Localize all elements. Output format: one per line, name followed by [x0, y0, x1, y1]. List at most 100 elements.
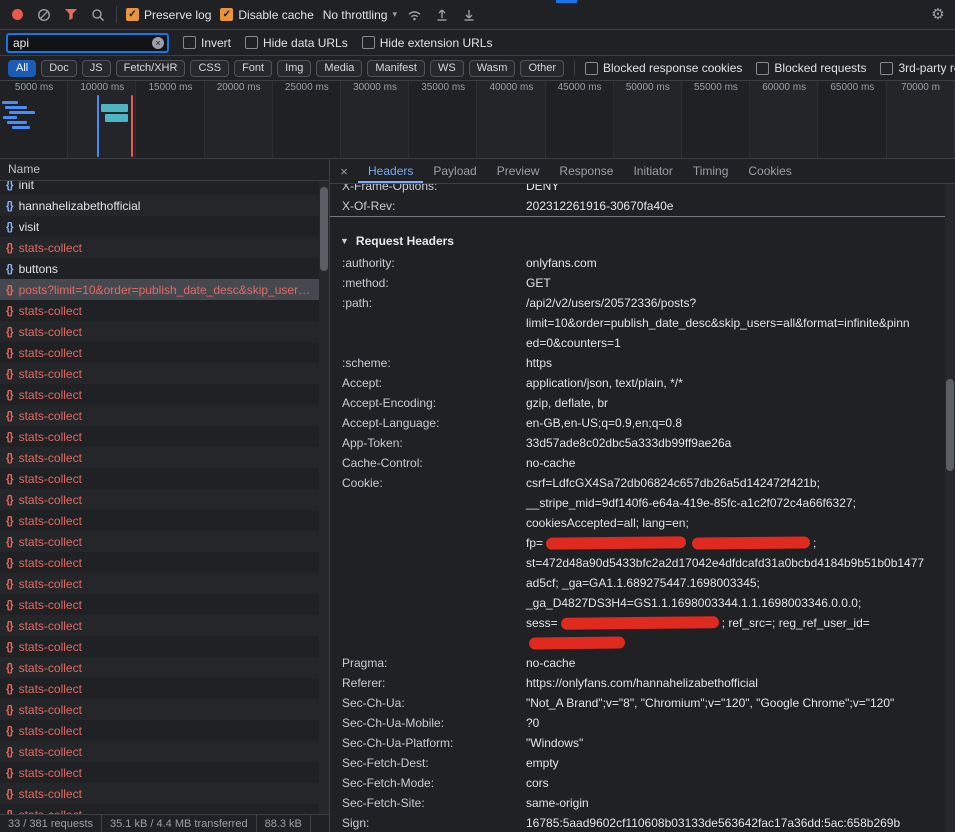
tab-preview[interactable]: Preview [487, 159, 550, 183]
request-row[interactable]: {}hannahelizabethofficial [0, 195, 329, 216]
3rd-party-requests-checkbox[interactable]: 3rd-party requests [880, 61, 955, 75]
timeline-tick: 45000 ms [546, 81, 614, 95]
request-row[interactable]: {}visit [0, 216, 329, 237]
request-row[interactable]: {}stats-collect [0, 573, 329, 594]
request-row[interactable]: {}posts?limit=10&order=publish_date_desc… [0, 279, 329, 300]
export-har-icon[interactable] [460, 6, 478, 24]
invert-checkbox[interactable]: Invert [183, 36, 231, 50]
network-conditions-icon[interactable] [406, 6, 424, 24]
header-value-line: fp=; [526, 533, 939, 553]
request-row[interactable]: {}stats-collect [0, 552, 329, 573]
header-row: X-Of-Rev:202312261916-30670fa40e [330, 196, 955, 216]
blocked-requests-checkbox[interactable]: Blocked requests [756, 61, 866, 75]
import-har-icon[interactable] [433, 6, 451, 24]
request-row[interactable]: {}stats-collect [0, 720, 329, 741]
type-filter-all[interactable]: All [8, 60, 36, 77]
close-details-icon[interactable]: × [330, 164, 358, 179]
blocked-response-cookies-checkbox[interactable]: Blocked response cookies [585, 61, 742, 75]
request-row[interactable]: {}stats-collect [0, 615, 329, 636]
tab-payload[interactable]: Payload [423, 159, 486, 183]
header-value-line: _ga_D4827DS3H4=GS1.1.1698003344.1.1.1698… [526, 593, 939, 613]
script-icon: {} [6, 305, 13, 317]
scrollbar-thumb[interactable] [320, 187, 328, 271]
tab-initiator[interactable]: Initiator [623, 159, 682, 183]
header-value: https://onlyfans.com/hannahelizabethoffi… [526, 673, 955, 693]
request-row[interactable]: {}stats-collect [0, 321, 329, 342]
throttling-select[interactable]: No throttling ▾ [323, 8, 397, 22]
header-value-text: st=472d48a90d5433bfc2a2d17042e4dfdcafd31… [526, 556, 924, 570]
request-row[interactable]: {}stats-collect [0, 636, 329, 657]
request-headers-section[interactable]: ▼ Request Headers [330, 229, 955, 253]
type-filter-css[interactable]: CSS [190, 60, 229, 77]
request-row[interactable]: {}stats-collect [0, 468, 329, 489]
hide-data-urls-checkbox[interactable]: Hide data URLs [245, 36, 348, 50]
request-row[interactable]: {}stats-collect [0, 342, 329, 363]
request-row[interactable]: {}stats-collect [0, 657, 329, 678]
header-name: :authority: [330, 253, 526, 273]
script-icon: {} [6, 200, 13, 212]
tab-timing[interactable]: Timing [683, 159, 739, 183]
type-filter-fetch-xhr[interactable]: Fetch/XHR [116, 60, 186, 77]
request-row[interactable]: {}stats-collect [0, 447, 329, 468]
request-row[interactable]: {}stats-collect [0, 783, 329, 804]
request-row[interactable]: {}init [0, 181, 329, 195]
tab-cookies[interactable]: Cookies [738, 159, 801, 183]
clear-filter-icon[interactable]: × [152, 37, 164, 49]
network-filter-bar: × Invert Hide data URLs Hide extension URL… [0, 30, 955, 56]
name-column-header[interactable]: Name [0, 159, 329, 181]
request-row[interactable]: {}stats-collect [0, 384, 329, 405]
clear-network-log-icon[interactable] [35, 6, 53, 24]
script-icon: {} [6, 641, 13, 653]
request-row[interactable]: {}stats-collect [0, 405, 329, 426]
filter-input[interactable] [6, 33, 169, 53]
header-row: X-Frame-Options:DENY [330, 184, 955, 196]
type-filter-other[interactable]: Other [520, 60, 564, 77]
script-icon: {} [6, 767, 13, 779]
header-name: X-Frame-Options: [330, 184, 526, 196]
type-filter-ws[interactable]: WS [430, 60, 464, 77]
tab-response[interactable]: Response [549, 159, 623, 183]
request-row[interactable]: {}stats-collect [0, 300, 329, 321]
request-name: stats-collect [19, 556, 82, 570]
request-row[interactable]: {}stats-collect [0, 426, 329, 447]
type-filter-media[interactable]: Media [316, 60, 362, 77]
request-row[interactable]: {}stats-collect [0, 363, 329, 384]
type-filter-wasm[interactable]: Wasm [469, 60, 516, 77]
header-value-text: csrf=LdfcGX4Sa72db06824c657db26a5d142472… [526, 476, 820, 490]
request-row[interactable]: {}stats-collect [0, 531, 329, 552]
tab-headers[interactable]: Headers [358, 159, 423, 183]
hide-extension-urls-checkbox[interactable]: Hide extension URLs [362, 36, 493, 50]
details-scrollbar[interactable] [945, 184, 955, 832]
request-row[interactable]: {}stats-collect [0, 489, 329, 510]
request-row[interactable]: {}stats-collect [0, 678, 329, 699]
requests-scrollbar[interactable] [319, 181, 329, 814]
request-row[interactable]: {}stats-collect [0, 804, 329, 814]
request-row[interactable]: {}stats-collect [0, 237, 329, 258]
disable-cache-checkbox[interactable]: Disable cache [220, 8, 313, 22]
settings-gear-icon[interactable]: ⚙ [929, 6, 947, 24]
type-filter-js[interactable]: JS [82, 60, 111, 77]
type-filter-font[interactable]: Font [234, 60, 272, 77]
header-name: Sign: [330, 813, 526, 832]
script-icon: {} [6, 452, 13, 464]
type-filter-img[interactable]: Img [277, 60, 311, 77]
scrollbar-thumb[interactable] [946, 379, 954, 471]
timeline-tick: 35000 ms [409, 81, 477, 95]
header-value: https [526, 353, 955, 373]
preserve-log-checkbox[interactable]: Preserve log [126, 8, 211, 22]
timeline-overview[interactable]: 5000 ms10000 ms15000 ms20000 ms25000 ms3… [0, 81, 955, 159]
request-row[interactable]: {}stats-collect [0, 762, 329, 783]
request-row[interactable]: {}stats-collect [0, 594, 329, 615]
type-filter-doc[interactable]: Doc [41, 60, 77, 77]
search-icon[interactable] [89, 6, 107, 24]
timeline-ticks: 5000 ms10000 ms15000 ms20000 ms25000 ms3… [0, 81, 955, 95]
filter-icon[interactable] [62, 6, 80, 24]
request-row[interactable]: {}stats-collect [0, 741, 329, 762]
header-name: Referer: [330, 673, 526, 693]
header-value: application/json, text/plain, */* [526, 373, 955, 393]
request-row[interactable]: {}stats-collect [0, 699, 329, 720]
request-row[interactable]: {}buttons [0, 258, 329, 279]
type-filter-manifest[interactable]: Manifest [367, 60, 425, 77]
record-icon[interactable] [8, 6, 26, 24]
request-row[interactable]: {}stats-collect [0, 510, 329, 531]
